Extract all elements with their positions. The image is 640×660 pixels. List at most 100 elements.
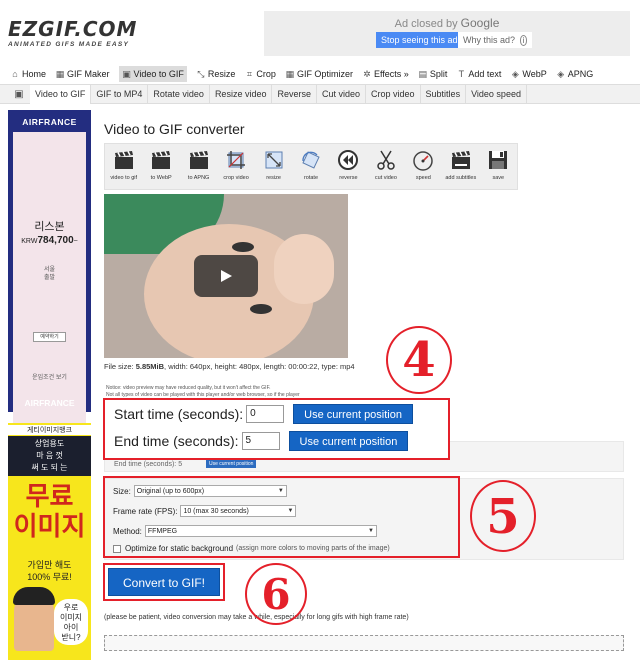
output-area [104,635,624,651]
ezgif-logo[interactable]: EZGIF.COM ANIMATED GIFS MADE EASY [8,18,137,48]
why-this-ad-link[interactable]: Why this ad? i [458,32,533,48]
convert-to-gif-button[interactable]: Convert to GIF! [108,568,220,596]
stop-seeing-ad-button[interactable]: Stop seeing this ad [376,32,463,48]
ad2-header: 상업용도 마 음 껏 써 도 되 는 [8,436,91,476]
reverse-icon [336,148,360,172]
optimize-option[interactable]: Optimize for static background (assign m… [113,544,390,553]
tool-label: to WebP [150,175,172,181]
file-info: File size: 5.85MiB, width: 640px, height… [104,362,355,371]
chevron-down-icon: ▼ [367,528,374,534]
ad-book-button[interactable]: 예약하기 [33,332,66,342]
tool-rotate[interactable]: rotate [292,144,329,189]
nav-item-apng[interactable]: ◈ APNG [556,66,593,82]
tab-resize-video[interactable]: Resize video [210,84,273,104]
top-ad-closed: Ad closed by Google Stop seeing this ad … [264,11,630,56]
nav-item-home[interactable]: ⌂ Home [10,66,46,82]
end-time-input[interactable]: 5 [241,432,280,450]
airfrance-ad[interactable]: AIRFRANCE 리스본 KRW784,700~ 서울 출발 예약하기 운임조… [8,110,91,492]
method-select[interactable]: FFMPEG ▼ [144,525,377,537]
tab-video-speed[interactable]: Video speed [466,84,527,104]
speed-icon [411,148,435,172]
tool-resize[interactable]: resize [255,144,292,189]
nav-item-add-text[interactable]: T Add text [456,66,502,82]
tab-reverse[interactable]: Reverse [272,84,317,104]
nav-item-label: WebP [522,69,547,79]
start-use-current-button[interactable]: Use current position [293,404,413,424]
logo-text: EZGIF.COM [8,17,138,41]
notice-text: Notice: video preview may have reduced q… [106,385,300,398]
tool-label: resize [266,175,281,181]
size-select[interactable]: Original (up to 600px) ▼ [133,485,287,497]
tool-cut-video[interactable]: cut video [367,144,404,189]
nav-item-webp[interactable]: ◈ WebP [510,66,547,82]
tool-add-subtitles[interactable]: add subtitles [442,144,479,189]
tool-speed[interactable]: speed [405,144,442,189]
nav-item-label: Home [22,69,47,79]
optimize-checkbox[interactable] [113,544,121,553]
ad2-brand: 게티이미지뱅크 [8,425,91,435]
nav-item-crop[interactable]: ⌗ Crop [244,66,276,82]
webp-icon: ◈ [511,69,519,79]
ad-price: KRW784,700~ [21,235,78,246]
effects-icon: ✲ [363,69,371,79]
nav-item-video-to-gif[interactable]: ▣ Video to GIF [118,66,187,82]
tool-reverse[interactable]: reverse [330,144,367,189]
fps-select[interactable]: 10 (max 30 seconds) ▼ [180,505,297,517]
tool-save[interactable]: save [480,144,517,189]
main-nav: ⌂ Home ▦ GIF Maker ▣ Video to GIF ⤡ Resize ⌗ Crop… [0,66,640,82]
size-label: Size: [113,486,131,496]
end-time-label: End time (seconds): [114,433,239,449]
nav-item-label: Resize [207,69,236,79]
tool-label: reverse [339,175,358,181]
nav-item-effects[interactable]: ✲ Effects » [362,66,409,82]
tool-to-webp[interactable]: to WebP [142,144,179,189]
end-use-current-button[interactable]: Use current position [288,431,409,451]
time-range-highlight: Start time (seconds): 0 Use current posi… [103,398,450,460]
start-time-input[interactable]: 0 [246,405,285,423]
nav-item-label: Split [429,69,448,79]
chevron-down-icon: ▼ [287,508,294,514]
nav-item-gif-optimizer[interactable]: ▦ GIF Optimizer [285,66,353,82]
optimize-label: Optimize for static background [125,544,234,553]
video-player[interactable] [104,194,348,358]
tool-label: video to gif [110,175,138,181]
ad-fare-conditions[interactable]: 운임조건 보기 [13,372,86,381]
nav-item-label: Add text [468,69,502,79]
home-icon: ⌂ [12,69,18,79]
nav-item-gif-maker[interactable]: ▦ GIF Maker [55,66,110,82]
tool-crop-video[interactable]: crop video [217,144,254,189]
optimize-note: (assign more colors to moving parts of t… [236,545,390,552]
tab-crop-video[interactable]: Crop video [366,84,421,104]
tab-gif-to-mp4[interactable]: GIF to MP4 [91,84,149,104]
logo-tagline: ANIMATED GIFS MADE EASY [8,41,130,48]
end-time-row: End time (seconds): 5 Use current positi… [114,431,409,451]
nav-item-split[interactable]: ▤ Split [418,66,448,82]
crop-icon: ⌗ [246,69,252,79]
sub-nav: ▣ Video to GIF GIF to MP4 Rotate video Resi… [0,84,640,104]
tab-rotate-video[interactable]: Rotate video [148,84,210,104]
ad2-speech-bubble: 우로 이미지 아이 받니? [54,599,88,645]
video-icon: ▣ [122,69,131,79]
nav-item-label: Effects » [373,69,409,79]
nav-item-label: Video to GIF [133,69,184,79]
clapper-apng-icon [187,148,211,172]
video-baby-hand [274,234,334,304]
gettyimagesbank-ad[interactable]: 게티이미지뱅크 상업용도 마 음 껏 써 도 되 는 무료 이미지 가입만 해도… [8,423,91,660]
method-label: Method: [113,526,142,536]
tool-to-apng[interactable]: to APNG [180,144,217,189]
scissors-icon [374,148,398,172]
play-icon[interactable] [194,255,258,297]
nav-item-resize[interactable]: ⤡ Resize [196,66,236,82]
tool-label: save [492,175,505,181]
tab-subtitles[interactable]: Subtitles [421,84,467,104]
step-5-annotation: 5 [470,480,536,552]
tab-video-to-gif[interactable]: Video to GIF [30,84,92,104]
tab-cut-video[interactable]: Cut video [317,84,367,104]
tool-video-to-gif[interactable]: video to gif [105,144,142,189]
tool-bar: video to gif to WebP to APNG crop video resi… [104,143,518,190]
subtitles-icon [449,148,473,172]
split-icon: ▤ [418,69,428,79]
video-baby-eye [232,242,254,252]
tool-label: rotate [303,175,319,181]
video-baby-eye [250,304,272,314]
